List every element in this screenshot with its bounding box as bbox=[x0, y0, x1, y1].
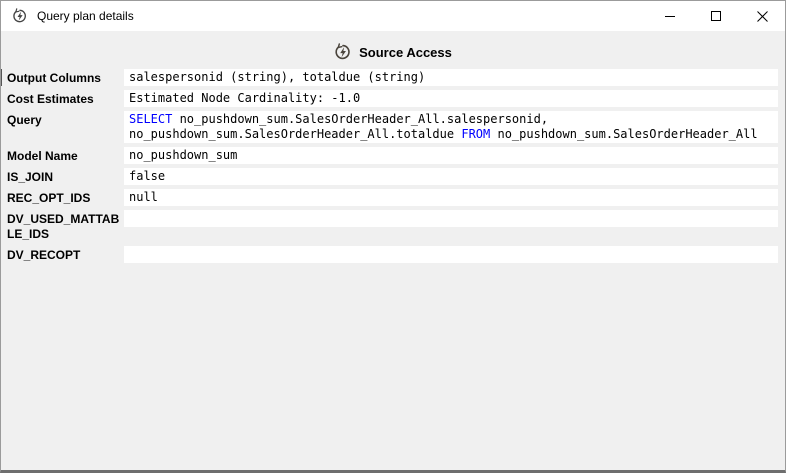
property-label: REC_OPT_IDS bbox=[1, 189, 124, 206]
close-button[interactable] bbox=[739, 1, 785, 31]
minimize-icon bbox=[647, 1, 693, 31]
property-value[interactable] bbox=[124, 210, 778, 227]
source-access-icon bbox=[334, 43, 352, 61]
property-row: Model Nameno_pushdown_sum bbox=[1, 147, 785, 164]
section-header: Source Access bbox=[1, 41, 785, 63]
dialog-content: Source Access Output Columnssalespersoni… bbox=[1, 31, 785, 263]
property-label: DV_USED_MATTABLE_IDS bbox=[1, 210, 124, 242]
property-row: DV_RECOPT bbox=[1, 246, 785, 263]
query-plan-window-icon bbox=[12, 8, 28, 24]
property-value[interactable]: salespersonid (string), totaldue (string… bbox=[124, 69, 778, 86]
maximize-icon bbox=[693, 1, 739, 31]
window-title: Query plan details bbox=[37, 9, 134, 23]
property-value[interactable] bbox=[124, 246, 778, 263]
window-controls bbox=[647, 1, 785, 31]
property-label: IS_JOIN bbox=[1, 168, 124, 185]
close-icon bbox=[739, 1, 785, 31]
property-label: Query bbox=[1, 111, 124, 128]
sql-keyword: SELECT bbox=[129, 112, 172, 126]
property-row: Output Columnssalespersonid (string), to… bbox=[1, 69, 785, 86]
property-label: Output Columns bbox=[1, 69, 124, 86]
property-row: QuerySELECT no_pushdown_sum.SalesOrderHe… bbox=[1, 111, 785, 143]
sql-keyword: FROM bbox=[461, 127, 490, 141]
property-row: REC_OPT_IDSnull bbox=[1, 189, 785, 206]
property-row: DV_USED_MATTABLE_IDS bbox=[1, 210, 785, 242]
properties-table: Output Columnssalespersonid (string), to… bbox=[1, 69, 785, 263]
property-label: DV_RECOPT bbox=[1, 246, 124, 263]
section-title: Source Access bbox=[359, 45, 452, 60]
property-label: Cost Estimates bbox=[1, 90, 124, 107]
maximize-button[interactable] bbox=[693, 1, 739, 31]
sql-text: no_pushdown_sum.SalesOrderHeader_All bbox=[490, 127, 757, 141]
property-value[interactable]: no_pushdown_sum bbox=[124, 147, 778, 164]
property-row: Cost EstimatesEstimated Node Cardinality… bbox=[1, 90, 785, 107]
query-plan-details-window: Query plan details bbox=[0, 0, 786, 473]
property-value[interactable]: false bbox=[124, 168, 778, 185]
titlebar[interactable]: Query plan details bbox=[1, 1, 785, 31]
property-value[interactable]: null bbox=[124, 189, 778, 206]
property-value[interactable]: SELECT no_pushdown_sum.SalesOrderHeader_… bbox=[124, 111, 778, 143]
property-row: IS_JOINfalse bbox=[1, 168, 785, 185]
minimize-button[interactable] bbox=[647, 1, 693, 31]
property-label: Model Name bbox=[1, 147, 124, 164]
property-value[interactable]: Estimated Node Cardinality: -1.0 bbox=[124, 90, 778, 107]
